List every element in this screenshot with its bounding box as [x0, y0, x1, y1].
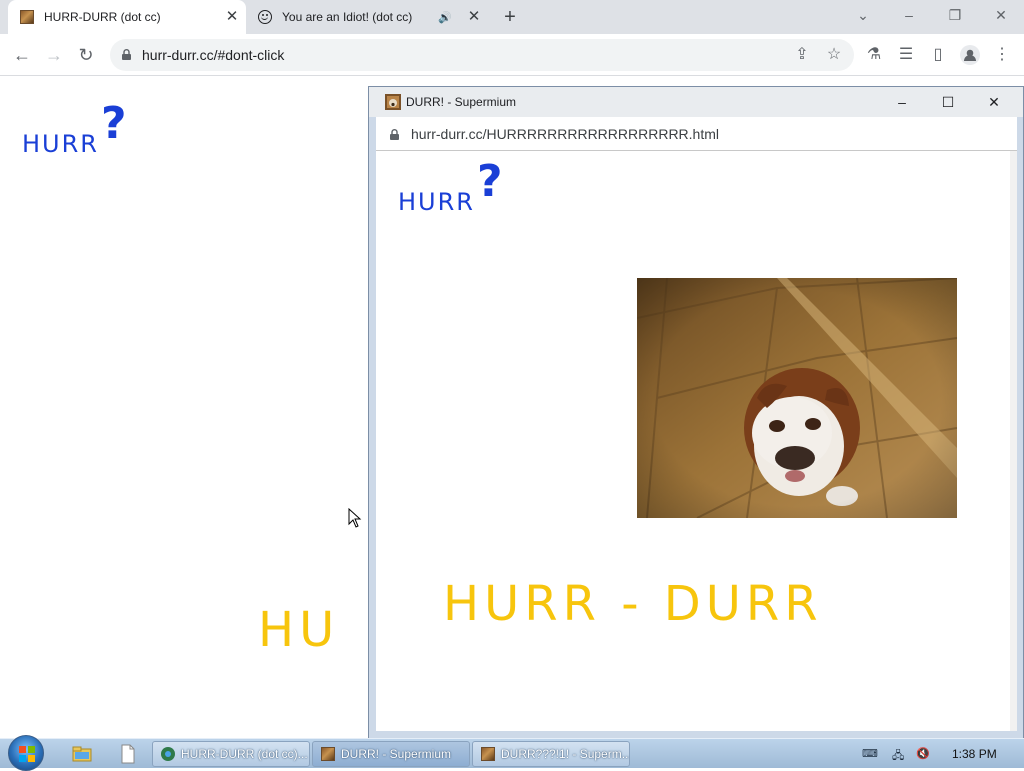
minimize-icon[interactable]: – [887, 91, 917, 113]
lock-icon [122, 49, 131, 60]
logo-question-mark: ? [476, 156, 505, 207]
taskbar-item-durr-popup-2[interactable]: DURR???!1! - Superm... [472, 741, 630, 767]
popup-url-text[interactable]: hurr-durr.cc/HURRRRRRRRRRRRRRRRRR.html [411, 126, 719, 142]
minimize-icon[interactable]: – [894, 4, 924, 26]
tab-hurr-durr[interactable]: HURR-DURR (dot cc) ✕ [8, 0, 246, 34]
tab-you-are-an-idiot[interactable]: You are an Idiot! (dot cc) 🔊 ✕ [250, 0, 488, 34]
new-tab-button[interactable]: + [500, 7, 520, 27]
tab-title: HURR-DURR (dot cc) [44, 10, 161, 24]
speaker-icon[interactable]: 🔊 [438, 11, 452, 24]
volume-muted-icon[interactable]: 🔇 [916, 747, 932, 761]
popup-page-content: HURR? HURR - DURR [376, 151, 1017, 731]
keyboard-icon[interactable]: ⌨ [862, 747, 878, 761]
address-bar[interactable]: hurr-durr.cc/#dont-click [110, 39, 854, 71]
document-icon[interactable] [118, 744, 138, 764]
dog-photo-favicon [20, 10, 34, 24]
tab-strip: HURR-DURR (dot cc) ✕ You are an Idiot! (… [0, 0, 1024, 34]
browser-toolbar: ← → ↻ hurr-durr.cc/#dont-click ⇪ ☆ ⚗ ☰ ▯… [0, 34, 1024, 76]
back-arrow-icon[interactable]: ← [10, 43, 34, 67]
popup-window[interactable]: DURR! - Supermium – ☐ ✕ hurr-durr.cc/HUR… [368, 86, 1024, 740]
mouse-cursor-icon [348, 508, 362, 528]
hurr-durr-banner: HU [258, 602, 340, 658]
close-tab-icon[interactable]: ✕ [466, 9, 482, 25]
windows-logo-icon [19, 746, 35, 762]
taskbar: HURR-DURR (dot cc)... DURR! - Supermium … [0, 735, 1024, 771]
supermium-icon [161, 747, 175, 761]
dog-photo-favicon [385, 94, 401, 110]
close-icon[interactable]: ✕ [986, 4, 1016, 26]
bulldog-photo [637, 278, 957, 518]
taskbar-item-label: DURR???!1! - Superm... [501, 747, 630, 761]
logo-text: HURR [398, 188, 475, 216]
taskbar-item-label: DURR! - Supermium [341, 747, 452, 761]
lock-icon [390, 129, 399, 140]
logo-question-mark: ? [100, 98, 129, 149]
reload-icon[interactable]: ↻ [74, 43, 98, 67]
labs-flask-icon[interactable]: ⚗ [862, 43, 886, 67]
tab-title: You are an Idiot! (dot cc) [282, 10, 413, 24]
restore-icon[interactable]: ❐ [940, 4, 970, 26]
taskbar-item-hurr-durr[interactable]: HURR-DURR (dot cc)... [152, 741, 310, 767]
hurr-durr-banner: HURR - DURR [443, 576, 823, 632]
profile-avatar-icon[interactable] [958, 43, 982, 67]
start-button[interactable] [8, 735, 44, 771]
file-explorer-icon[interactable] [72, 744, 92, 764]
hurr-logo: HURR? [398, 156, 503, 221]
hurr-logo: HURR? [22, 98, 127, 163]
close-icon[interactable]: ✕ [979, 91, 1009, 113]
url-text[interactable]: hurr-durr.cc/#dont-click [142, 47, 284, 63]
popup-scrollbar[interactable] [1010, 151, 1017, 731]
network-icon[interactable]: 🖧 [892, 747, 908, 762]
side-panel-icon[interactable]: ▯ [926, 43, 950, 67]
forward-arrow-icon[interactable]: → [42, 43, 66, 67]
popup-address-bar[interactable]: hurr-durr.cc/HURRRRRRRRRRRRRRRRRR.html [376, 117, 1017, 151]
share-icon[interactable]: ⇪ [790, 43, 814, 67]
reading-list-icon[interactable]: ☰ [894, 43, 918, 67]
logo-text: HURR [22, 130, 99, 158]
taskbar-item-label: HURR-DURR (dot cc)... [181, 747, 308, 761]
menu-dots-icon[interactable]: ⋮ [990, 43, 1014, 67]
clock[interactable]: 1:38 PM [952, 747, 997, 761]
maximize-icon[interactable]: ☐ [933, 91, 963, 113]
taskbar-item-durr-popup[interactable]: DURR! - Supermium [312, 741, 470, 767]
popup-title-bar[interactable]: DURR! - Supermium – ☐ ✕ [369, 87, 1023, 117]
chevron-down-icon[interactable]: ⌄ [848, 4, 878, 26]
close-tab-icon[interactable]: ✕ [224, 9, 240, 25]
smiley-face-icon [258, 10, 272, 24]
dog-photo-favicon [321, 747, 335, 761]
popup-title: DURR! - Supermium [406, 95, 517, 109]
dog-photo-favicon [481, 747, 495, 761]
star-icon[interactable]: ☆ [822, 43, 846, 67]
